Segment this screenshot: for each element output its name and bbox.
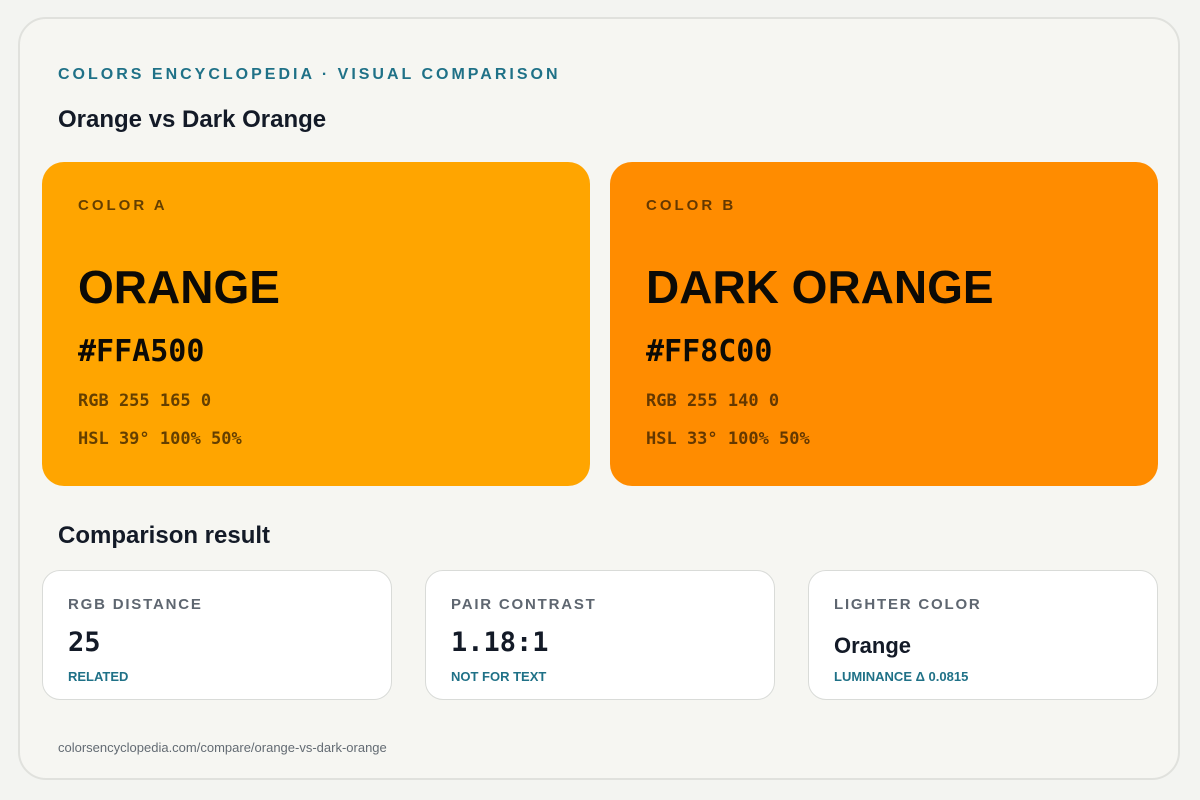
pair-contrast-card: PAIR CONTRAST 1.18:1 NOT FOR TEXT <box>425 570 775 700</box>
color-b-hex: #FF8C00 <box>646 334 773 369</box>
comparison-section-title: Comparison result <box>58 522 271 549</box>
color-a-rgb: RGB 255 165 0 <box>78 391 212 411</box>
color-a-hsl: HSL 39° 100% 50% <box>78 429 242 449</box>
color-b-rgb: RGB 255 140 0 <box>646 391 780 411</box>
color-b-swatch: COLOR B DARK ORANGE #FF8C00 RGB 255 140 … <box>610 162 1158 486</box>
page-title: Orange vs Dark Orange <box>58 106 327 133</box>
lighter-color-value: Orange <box>834 633 912 658</box>
color-a-hex: #FFA500 <box>78 334 205 369</box>
lighter-color-card: LIGHTER COLOR Orange LUMINANCE Δ 0.0815 <box>808 570 1158 700</box>
color-b-side-label: COLOR B <box>646 197 737 214</box>
lighter-color-note: LUMINANCE Δ 0.0815 <box>834 669 969 684</box>
pair-contrast-value: 1.18:1 <box>451 627 549 658</box>
rgb-distance-note: RELATED <box>68 669 129 684</box>
color-a-name: ORANGE <box>78 261 280 313</box>
lighter-color-label: LIGHTER COLOR <box>834 596 982 613</box>
color-a-side-label: COLOR A <box>78 197 168 214</box>
color-b-hsl: HSL 33° 100% 50% <box>646 429 810 449</box>
pair-contrast-note: NOT FOR TEXT <box>451 669 547 684</box>
rgb-distance-value: 25 <box>68 627 101 658</box>
pair-contrast-label: PAIR CONTRAST <box>451 596 597 613</box>
footer-url: colorsencyclopedia.com/compare/orange-vs… <box>58 740 387 755</box>
rgb-distance-label: RGB DISTANCE <box>68 596 203 613</box>
color-b-name: DARK ORANGE <box>646 261 994 313</box>
eyebrow-label: COLORS ENCYCLOPEDIA · VISUAL COMPARISON <box>58 66 561 83</box>
color-a-swatch: COLOR A ORANGE #FFA500 RGB 255 165 0 HSL… <box>42 162 590 486</box>
rgb-distance-card: RGB DISTANCE 25 RELATED <box>42 570 392 700</box>
